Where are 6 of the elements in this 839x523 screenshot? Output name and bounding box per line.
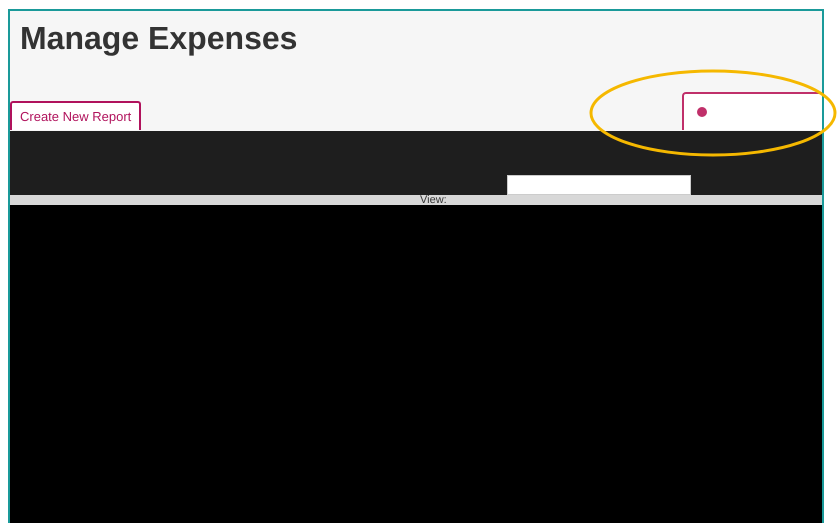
page-title: Manage Expenses <box>20 21 298 56</box>
action-button[interactable] <box>682 92 822 130</box>
view-label: View: <box>420 195 447 205</box>
input-field[interactable] <box>507 175 691 195</box>
circle-icon <box>696 106 708 118</box>
create-report-button[interactable]: Create New Report <box>10 101 142 130</box>
